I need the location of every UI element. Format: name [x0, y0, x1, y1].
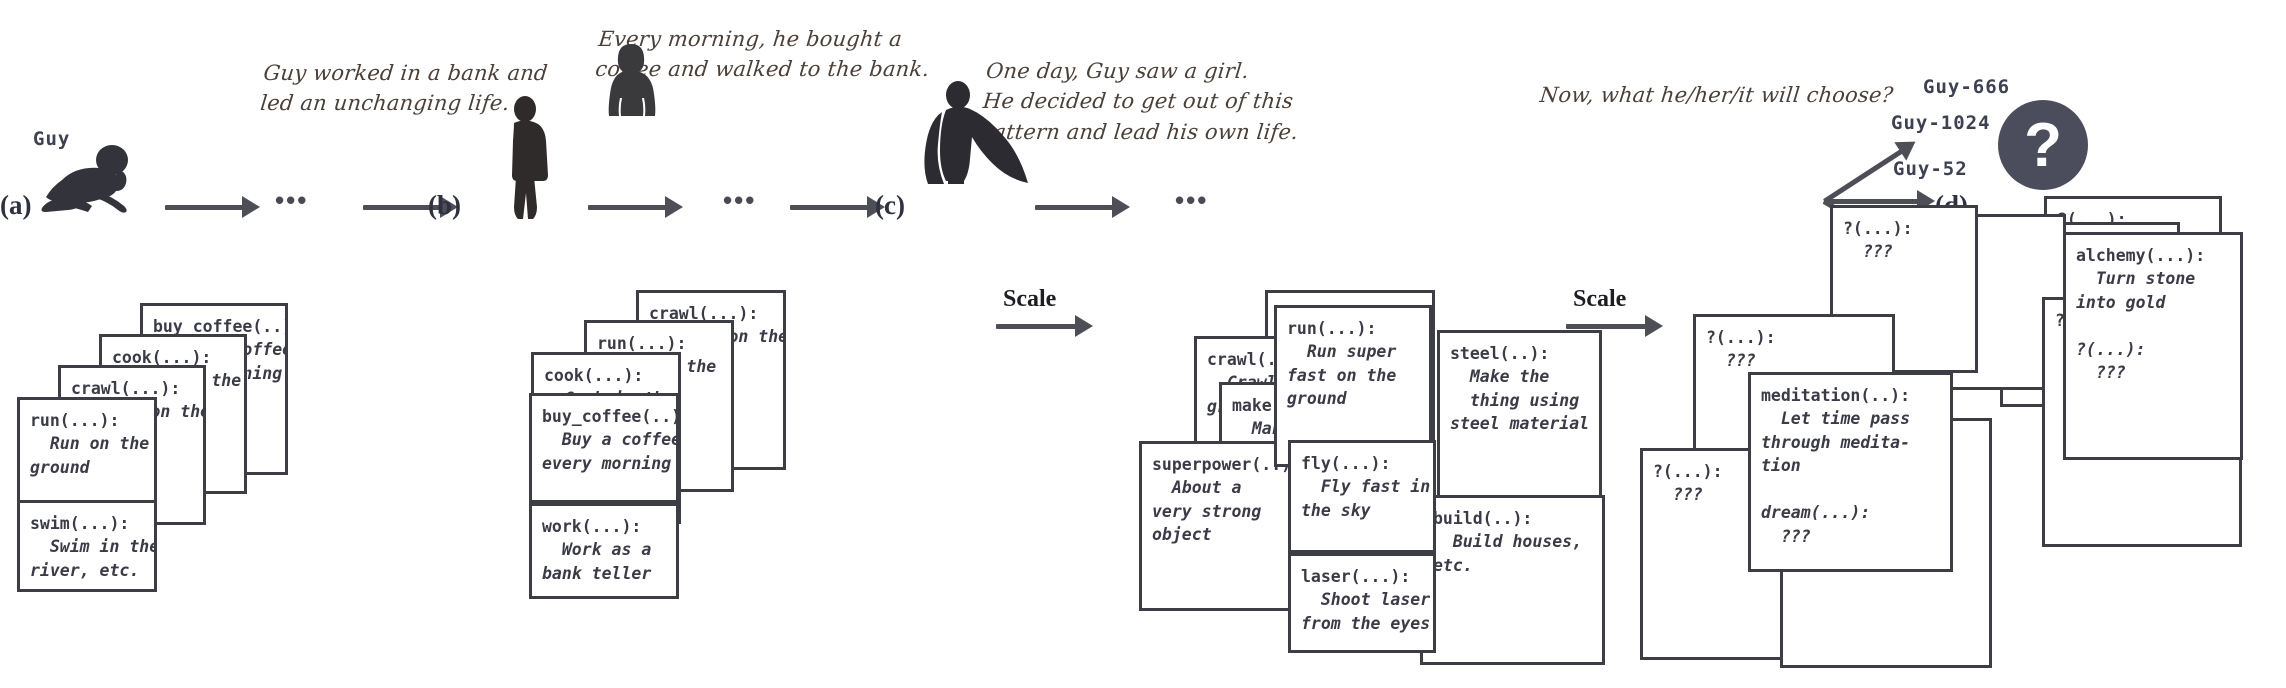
ellipsis-3: ••• — [1175, 185, 1209, 215]
code-card-signature: cook(...): — [544, 366, 644, 385]
code-card-c-7: fly(...): Fly fast in the sky — [1288, 440, 1436, 553]
code-card-c-9: build(..): Build houses, etc. — [1420, 495, 1605, 665]
code-card-b-5: work(...): Work as a bank teller — [529, 503, 679, 599]
code-card-body: Buy a coffee every morning — [542, 430, 679, 473]
stage-label-b: (b) — [428, 190, 461, 220]
progress-arrow-1 — [165, 196, 260, 218]
code-card-body: Fly fast in the sky — [1301, 477, 1431, 520]
code-card-signature: run(...): — [1287, 319, 1377, 338]
code-card-c-8: laser(...): Shoot laser from the eyes — [1288, 553, 1436, 653]
stage-label-c: (c) — [875, 190, 905, 220]
progress-arrow-5 — [1035, 196, 1130, 218]
code-card-body: Shoot laser from the eyes — [1301, 590, 1431, 633]
scale-arrow-1 — [996, 315, 1096, 337]
question-mark-glyph: ? — [2024, 110, 2062, 180]
superhero-silhouette-icon — [920, 80, 1030, 185]
code-card-body: Let time pass through medita- tion dream… — [1761, 409, 1911, 546]
code-card-signature: ?(...): — [1843, 219, 1913, 238]
code-card-signature: ?(...): — [1706, 328, 1776, 347]
code-card-signature: meditation(..): — [1761, 386, 1911, 405]
code-card-signature: buy_coffee(..): — [542, 407, 679, 426]
code-card-body: Swim in the river, etc. — [30, 537, 157, 580]
code-card-signature: steel(..): — [1450, 344, 1550, 363]
code-card-signature: swim(...): — [30, 514, 130, 533]
code-card-signature: crawl(...): — [71, 379, 181, 398]
question-mark-bubble: ? — [1998, 100, 2088, 190]
code-card-body: Run super fast on the ground — [1287, 342, 1397, 409]
narration-text-4: Now, what he/her/it will choose? — [1538, 83, 1895, 107]
code-card-signature: build(..): — [1433, 509, 1533, 528]
branch-label-middle: Guy-1024 — [1891, 112, 1991, 134]
code-card-signature: ?(...): — [1653, 462, 1723, 481]
code-card-signature: run(...): — [597, 334, 687, 353]
man-silhouette-icon — [490, 95, 560, 220]
code-card-body: Build houses, etc. — [1433, 532, 1583, 575]
woman-silhouette-icon — [600, 42, 662, 117]
code-card-a-5: swim(...): Swim in the river, etc. — [17, 500, 157, 592]
code-card-body: Make the thing using steel material — [1450, 367, 1590, 434]
code-card-signature: work(...): — [542, 517, 642, 536]
code-card-d-meditation: meditation(..): Let time pass through me… — [1748, 372, 1953, 572]
code-card-signature: laser(...): — [1301, 567, 1411, 586]
scale-label-1: Scale — [1003, 286, 1057, 312]
figure-canvas: Guy worked in a bank and led an unchangi… — [0, 0, 2286, 688]
code-card-body: Work as a bank teller — [542, 540, 652, 583]
ellipsis-1: ••• — [275, 185, 309, 215]
code-card-body: Turn stone into gold ?(...): ??? — [2076, 269, 2196, 383]
stage-label-a: (a) — [0, 190, 32, 220]
code-card-c-4: steel(..): Make the thing using steel ma… — [1437, 330, 1602, 508]
code-card-body: Run on the ground — [30, 434, 150, 477]
ellipsis-2: ••• — [723, 185, 757, 215]
branch-label-top: Guy-666 — [1923, 76, 2011, 98]
code-card-body: About a very strong object — [1152, 478, 1262, 545]
baby-silhouette-icon — [40, 140, 140, 215]
progress-arrow-4 — [790, 196, 885, 218]
code-card-signature: fly(...): — [1301, 454, 1391, 473]
code-card-b-4: buy_coffee(..): Buy a coffee every morni… — [529, 393, 679, 503]
code-card-signature: alchemy(...): — [2076, 246, 2206, 265]
scale-label-2: Scale — [1573, 286, 1627, 312]
progress-arrow-3 — [588, 196, 683, 218]
code-card-signature: run(...): — [30, 411, 120, 430]
code-card-body: ??? — [1843, 242, 1893, 262]
code-card-body: ??? — [1706, 351, 1756, 371]
code-card-d-alchemy: alchemy(...): Turn stone into gold ?(...… — [2063, 232, 2243, 460]
code-card-body: ??? — [1653, 485, 1703, 505]
